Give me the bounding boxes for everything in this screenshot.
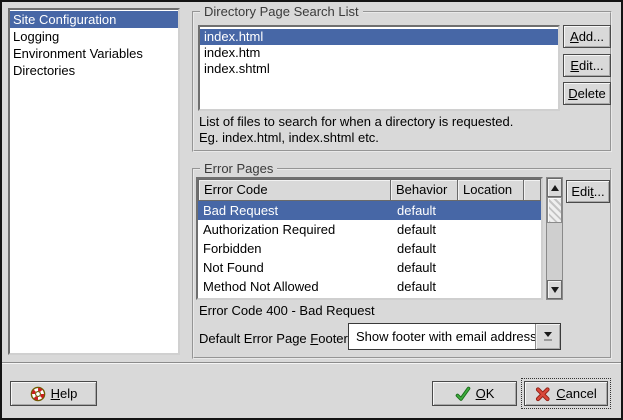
cell-location [459, 258, 526, 277]
scroll-up-button[interactable] [547, 178, 562, 197]
frame-title: Error Pages [200, 161, 277, 176]
cell-error-code: Not Found [198, 258, 391, 277]
label-part: Edi [571, 184, 590, 199]
file-list-description-line1: List of files to search for when a direc… [199, 114, 513, 129]
column-header-filler [523, 179, 541, 201]
mnemonic: E [570, 58, 579, 73]
label-part: elete [578, 86, 606, 101]
label-part: K [486, 386, 495, 401]
column-header-behavior[interactable]: Behavior [390, 179, 458, 201]
cell-error-code: Bad Request [198, 201, 391, 220]
directory-page-file-list: index.html index.htm index.shtml [198, 25, 560, 111]
label-part: elp [60, 386, 77, 401]
mnemonic: O [476, 386, 486, 401]
cell-behavior: default [391, 201, 459, 220]
edit-error-page-button[interactable]: Edit... [566, 180, 610, 203]
error-table-scrollbar[interactable] [546, 177, 563, 300]
table-row[interactable]: Forbidden default [198, 239, 541, 258]
cell-error-code: Forbidden [198, 239, 391, 258]
error-code-status: Error Code 400 - Bad Request [199, 303, 375, 318]
delete-button[interactable]: Delete [563, 82, 611, 105]
label-part: Default Error Page [199, 331, 310, 346]
cell-behavior: default [391, 277, 459, 296]
label-part: dd... [579, 29, 604, 44]
mnemonic: A [570, 29, 579, 44]
scroll-down-button[interactable] [547, 280, 562, 299]
combobox-dropdown-button[interactable] [535, 324, 560, 349]
sidebar-item-directories[interactable]: Directories [10, 62, 178, 79]
config-category-list: Site Configuration Logging Environment V… [8, 8, 180, 355]
file-list-description-line2: Eg. index.html, index.shtml etc. [199, 130, 379, 145]
list-item[interactable]: index.shtml [200, 61, 558, 77]
frame-title: Directory Page Search List [200, 4, 363, 19]
label-part: ancel [566, 386, 597, 401]
add-button[interactable]: Add... [563, 25, 611, 48]
arrow-down-icon [551, 287, 559, 293]
ok-button[interactable]: OK [432, 381, 517, 406]
label-part: dit... [579, 58, 604, 73]
cell-behavior: default [391, 258, 459, 277]
cell-behavior: default [391, 239, 459, 258]
help-button[interactable]: Help [10, 381, 97, 406]
sidebar-item-logging[interactable]: Logging [10, 28, 178, 45]
cell-error-code: Authorization Required [198, 220, 391, 239]
directory-page-search-list-frame: Directory Page Search List index.html in… [192, 11, 612, 152]
default-error-page-footer-label: Default Error Page Footer: [199, 331, 351, 346]
cell-behavior: default [391, 220, 459, 239]
table-header-row: Error Code Behavior Location [198, 179, 541, 201]
table-row[interactable]: Bad Request default [198, 201, 541, 220]
check-icon [455, 386, 471, 402]
sidebar-item-site-configuration[interactable]: Site Configuration [10, 11, 178, 28]
cell-location [459, 201, 526, 220]
httpd-config-window: Site Configuration Logging Environment V… [0, 0, 623, 420]
mnemonic: C [556, 386, 565, 401]
cell-error-code: Method Not Allowed [198, 277, 391, 296]
cross-icon [535, 386, 551, 402]
cell-location [459, 220, 526, 239]
table-row[interactable]: Authorization Required default [198, 220, 541, 239]
edit-button[interactable]: Edit... [563, 54, 611, 77]
column-header-error-code[interactable]: Error Code [198, 179, 391, 201]
combobox-selected-value: Show footer with email address [349, 324, 535, 349]
list-item[interactable]: index.htm [200, 45, 558, 61]
arrow-up-icon [551, 185, 559, 191]
sidebar-item-environment-variables[interactable]: Environment Variables [10, 45, 178, 62]
list-item[interactable]: index.html [200, 29, 558, 45]
cell-location [459, 277, 526, 296]
action-bar-separator [2, 362, 621, 364]
error-pages-frame: Error Pages Error Code Behavior Location… [192, 168, 612, 359]
lifebuoy-icon [30, 386, 46, 402]
footer-combobox[interactable]: Show footer with email address [348, 323, 561, 350]
scrollbar-track[interactable] [547, 223, 562, 280]
dropdown-arrow-icon [544, 332, 552, 337]
cancel-button[interactable]: Cancel [524, 381, 608, 406]
mnemonic: D [568, 86, 577, 101]
cell-location [459, 239, 526, 258]
mnemonic: H [51, 386, 60, 401]
table-row[interactable]: Not Found default [198, 258, 541, 277]
label-part: ... [594, 184, 605, 199]
scrollbar-thumb[interactable] [547, 197, 562, 223]
dropdown-dash-icon [544, 339, 552, 341]
table-row[interactable]: Method Not Allowed default [198, 277, 541, 296]
label-part: ooter: [318, 331, 351, 346]
column-header-location[interactable]: Location [457, 179, 524, 201]
error-pages-table: Error Code Behavior Location Bad Request… [196, 177, 543, 300]
